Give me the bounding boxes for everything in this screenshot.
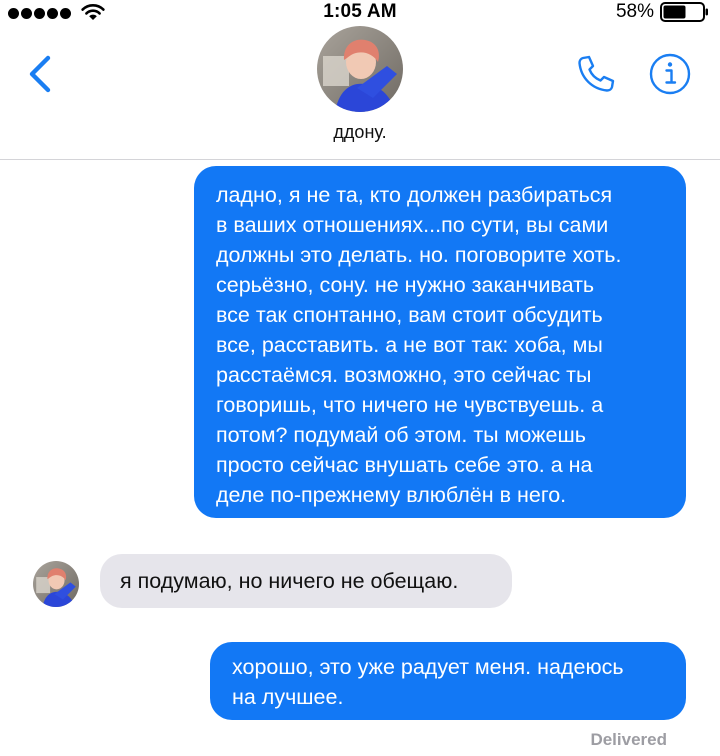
message-line: все, расставить. а не вот так: хоба, мы (216, 333, 603, 357)
message-line: просто сейчас внушать себе это. а на (216, 453, 593, 477)
chevron-left-icon[interactable] (22, 52, 58, 96)
conversation-header: ддону. (0, 26, 720, 160)
message-line: ладно, я не та, кто должен разбираться (216, 183, 613, 207)
message-line: говоришь, что ничего не чувствуешь. а (216, 393, 604, 417)
message-line: на лучшее. (232, 685, 344, 709)
message-line: хорошо, это уже радует меня. надеюсь (232, 655, 624, 679)
message-bubble-incoming[interactable]: я подумаю, но ничего не обещаю. (100, 554, 512, 608)
message-line: серьёзно, сону. не нужно заканчивать (216, 273, 595, 297)
message-line: расстаёмся. возможно, это сейчас ты (216, 363, 592, 387)
status-bar: 1:05 AM 58% (0, 0, 720, 26)
avatar-photo (33, 561, 79, 607)
battery-icon (660, 2, 708, 22)
message-line: должны это делать. но. поговорите хоть. (216, 243, 622, 267)
message-line: в ваших отношениях...по сути, вы сами (216, 213, 609, 237)
message-line: все так спонтанно, вам стоит обсудить (216, 303, 603, 327)
avatar-photo (317, 26, 403, 112)
battery-percent: 58% (615, 1, 654, 22)
status-time: 1:05 AM (323, 1, 397, 22)
message-line: потом? подумай об этом. ты можешь (216, 423, 586, 447)
info-icon[interactable] (648, 52, 692, 96)
message-line: деле по-прежнему влюблён в него. (216, 483, 567, 507)
sender-avatar[interactable] (33, 561, 79, 607)
phone-icon[interactable] (574, 52, 618, 96)
contact-avatar[interactable] (317, 26, 403, 112)
delivered-status: Delivered (590, 730, 667, 749)
message-line: я подумаю, но ничего не обещаю. (120, 569, 459, 593)
message-bubble-outgoing[interactable]: хорошо, это уже радует меня. надеюсь на … (210, 642, 686, 720)
message-bubble-outgoing[interactable]: ладно, я не та, кто должен разбираться в… (194, 166, 686, 518)
contact-name[interactable]: ддону. (0, 122, 720, 143)
